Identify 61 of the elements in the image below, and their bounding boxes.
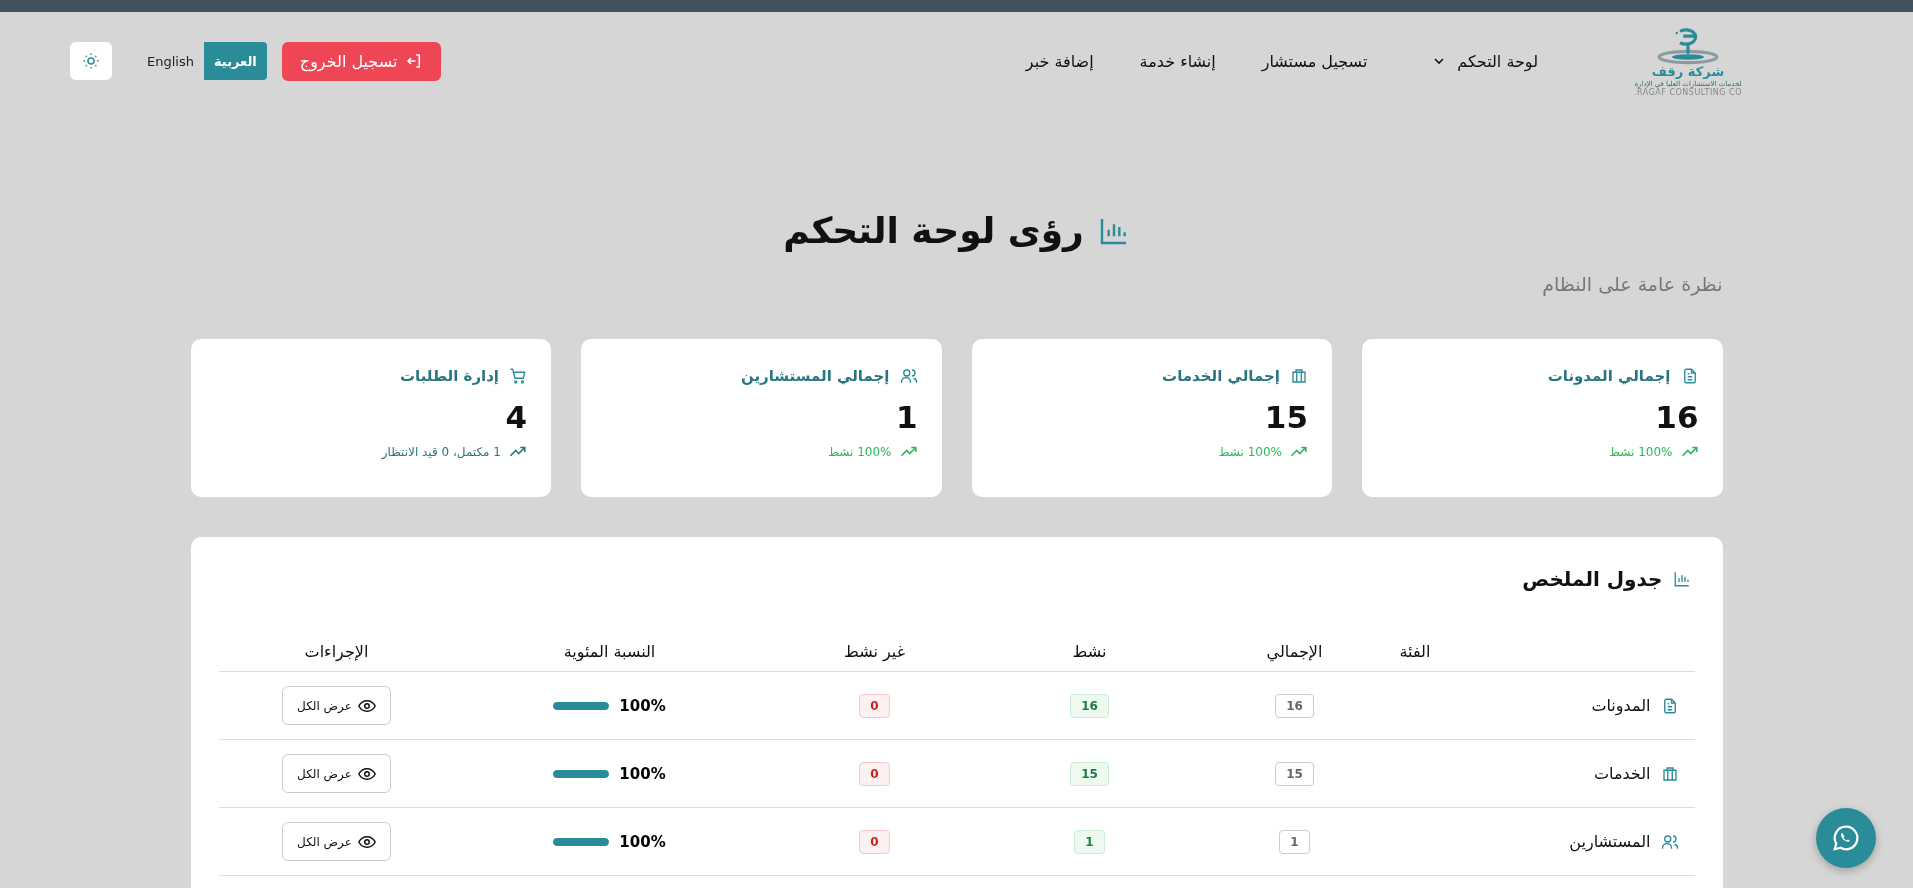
column-header: نشط (1072, 641, 1107, 661)
progress-bar (553, 701, 610, 710)
language-tab[interactable]: العربية (203, 42, 267, 80)
trend-text: 100% نشط (827, 445, 892, 459)
cart-icon (509, 367, 527, 385)
page-title: رؤى لوحة التحكم (783, 210, 1084, 251)
view-all-button[interactable]: عرض الكل (282, 686, 391, 725)
view-all-button[interactable]: عرض الكل (282, 822, 391, 861)
column-header: الفئة (1399, 641, 1431, 661)
inactive-count: 0 (859, 761, 890, 786)
briefcase-icon (1660, 764, 1679, 783)
trend-text: 1 مكتمل، 0 قيد الانتظار (381, 445, 501, 459)
nav-link[interactable]: إضافة خبر (1025, 51, 1094, 71)
inactive-count: 0 (859, 693, 890, 718)
logo-subtitle: RAGAF CONSULTING CO. (1634, 87, 1742, 97)
panel-title: جدول الملخص (1522, 567, 1663, 591)
view-all-button[interactable]: عرض الكل (282, 754, 391, 793)
column-header: الإجمالي (1266, 641, 1323, 661)
total-count: 15 (1275, 761, 1314, 786)
users-icon (1660, 832, 1679, 851)
users-icon (899, 367, 918, 385)
card-title: إدارة الطلبات (399, 367, 499, 385)
percent-text: 100% (619, 696, 666, 715)
nav-link[interactable]: إنشاء خدمة (1139, 51, 1216, 71)
category-name: المدونات (1591, 696, 1651, 715)
card-title: إجمالي المستشارين (740, 367, 890, 385)
card-title: إجمالي الخدمات (1162, 367, 1280, 385)
briefcase-icon (1290, 367, 1308, 385)
stat-value: 1 (894, 399, 918, 435)
stat-value: 15 (1263, 399, 1308, 435)
sun-icon (82, 52, 100, 70)
whatsapp-button[interactable] (1816, 808, 1876, 868)
nav-link[interactable]: تسجيل مستشار (1261, 51, 1368, 71)
trend-text: 100% نشط (1608, 445, 1673, 459)
percent-text: 100% (619, 832, 666, 851)
total-count: 1 (1279, 829, 1310, 854)
column-header: النسبة المئوية (563, 641, 656, 661)
percent-text: 100% (619, 764, 666, 783)
chat-bubble-icon (1831, 823, 1861, 853)
stat-value: 16 (1654, 399, 1699, 435)
nav-link[interactable]: لوحة التحكم (1431, 51, 1538, 71)
category-name: المستشارين (1569, 832, 1651, 851)
inactive-count: 0 (859, 829, 890, 854)
progress-bar (553, 769, 610, 778)
trend-text: 100% نشط (1218, 445, 1282, 459)
column-header: الإجراءات (304, 641, 369, 661)
category-name: الخدمات (1593, 764, 1651, 783)
page-subtitle: نظرة عامة على النظام (1541, 273, 1723, 295)
card-title: إجمالي المدونات (1547, 367, 1671, 385)
logo-icon (1656, 25, 1720, 66)
active-count: 1 (1074, 829, 1105, 854)
logo-name: شركة رقف (1651, 65, 1725, 80)
active-count: 15 (1070, 761, 1109, 786)
progress-bar (553, 837, 610, 846)
theme-toggle-button[interactable] (70, 42, 112, 80)
column-header: غير نشط (844, 641, 905, 661)
bar-chart-icon (1672, 570, 1691, 588)
stat-value: 4 (504, 399, 527, 435)
total-count: 16 (1275, 693, 1314, 718)
logout-button[interactable]: تسجيل الخروج (281, 41, 442, 81)
active-count: 16 (1070, 693, 1109, 718)
